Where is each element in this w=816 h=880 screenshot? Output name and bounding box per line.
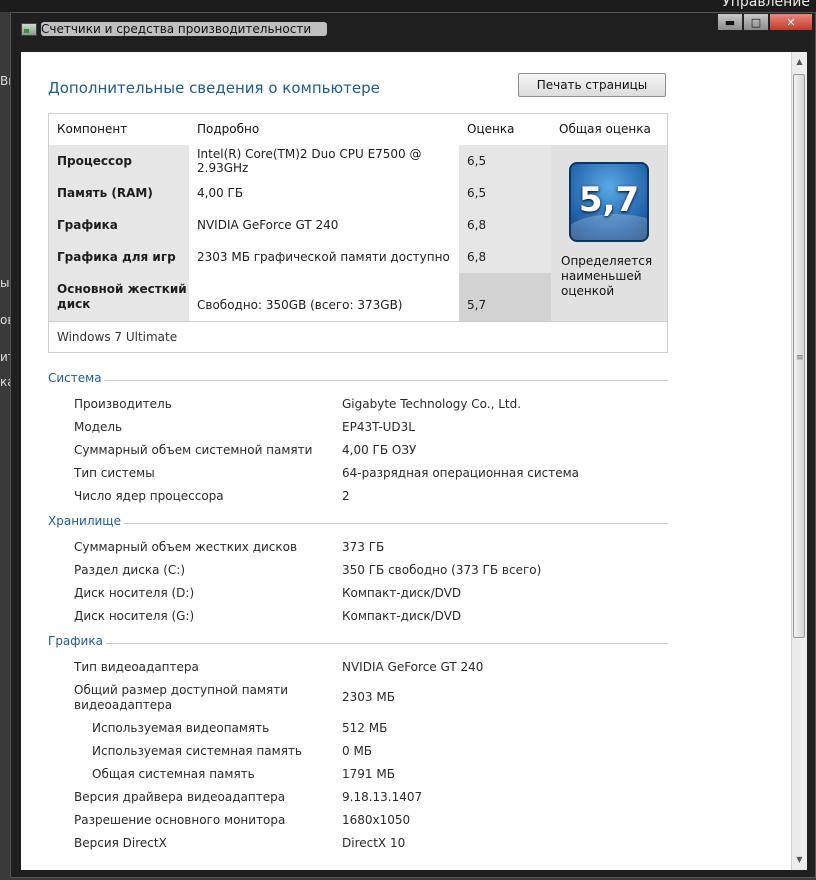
property-name: Суммарный объем жестких дисков — [74, 540, 298, 554]
property-name: Тип системы — [74, 466, 155, 480]
component-details: Intel(R) Core(TM)2 Duo CPU E7500 @ 2.93G… — [189, 145, 459, 177]
property-name: Суммарный объем системной памяти — [74, 443, 313, 457]
component-score: 6,5 — [459, 177, 551, 209]
property-name: Разрешение основного монитора — [74, 813, 286, 827]
component-score: 6,8 — [459, 209, 551, 241]
rating-row: Графика NVIDIA GeForce GT 240 6,8 — [49, 209, 551, 241]
overall-score: 5,7 — [578, 180, 640, 220]
grip-icon: ≡ — [796, 353, 804, 363]
property-value: 4,00 ГБ ОЗУ — [342, 443, 417, 457]
title-bar[interactable]: Счетчики и средства производительности ▬… — [11, 13, 815, 43]
window-title: Счетчики и средства производительности — [41, 22, 328, 36]
column-header-score: Оценка — [467, 122, 515, 136]
overall-score-note: Определяется наименьшей оценкой — [561, 254, 653, 298]
property-name: Общая системная память — [92, 767, 255, 781]
close-button[interactable]: ✕ — [769, 13, 813, 31]
rating-row: Процессор Intel(R) Core(TM)2 Duo CPU E75… — [49, 145, 551, 177]
component-details: NVIDIA GeForce GT 240 — [189, 209, 459, 241]
component-name: Основной жесткий диск — [49, 273, 189, 321]
section-title-storage: Хранилище — [48, 514, 121, 528]
column-header-component: Компонент — [57, 122, 128, 136]
scroll-up-arrow-icon[interactable]: ▲ — [792, 54, 807, 70]
background-window-title: Управление — [722, 0, 810, 10]
component-score: 6,8 — [459, 241, 551, 273]
content-panel: Дополнительные сведения о компьютере Печ… — [21, 52, 791, 870]
property-value: DirectX 10 — [342, 836, 406, 850]
rating-row: Основной жесткий диск Свободно: 350GB (в… — [49, 273, 551, 321]
performance-window: Счетчики и средства производительности ▬… — [10, 12, 816, 878]
column-header-overall: Общая оценка — [559, 122, 651, 136]
property-value: 1791 МБ — [342, 767, 395, 781]
rating-table: Компонент Подробно Оценка Общая оценка П… — [48, 113, 668, 353]
os-edition: Windows 7 Ultimate — [49, 321, 667, 352]
property-name: Используемая системная память — [92, 744, 302, 758]
property-name: Общий размер доступной памяти видеоадапт… — [74, 683, 289, 712]
property-value: 1680x1050 — [342, 813, 411, 827]
property-value: 64-разрядная операционная система — [342, 466, 580, 480]
property-name: Тип видеоадаптера — [74, 660, 199, 674]
performance-app-icon — [21, 23, 37, 36]
wei-score-badge[interactable]: 5,7 — [569, 162, 649, 242]
property-name: Диск носителя (D:) — [74, 586, 195, 600]
component-details: 4,00 ГБ — [189, 177, 459, 209]
property-value: NVIDIA GeForce GT 240 — [342, 660, 484, 674]
property-name: Раздел диска (C:) — [74, 563, 186, 577]
maximize-button[interactable]: □ — [743, 13, 769, 31]
property-value: 9.18.13.1407 — [342, 790, 423, 804]
rating-row: Память (RAM) 4,00 ГБ 6,5 — [49, 177, 551, 209]
page-title: Дополнительные сведения о компьютере — [48, 79, 380, 97]
rating-row: Графика для игр 2303 МБ графической памя… — [49, 241, 551, 273]
property-value: 2 — [342, 489, 350, 503]
property-name: Версия драйвера видеоадаптера — [74, 790, 286, 804]
component-name: Процессор — [49, 145, 189, 177]
component-details: Свободно: 350GB (всего: 373GB) — [189, 273, 459, 321]
section-title-graphics: Графика — [48, 634, 103, 648]
section-divider — [104, 380, 668, 381]
component-name: Память (RAM) — [49, 177, 189, 209]
overall-score-panel: 5,7 Определяется наименьшей оценкой — [551, 145, 667, 321]
property-name: Используемая видеопамять — [92, 721, 270, 735]
property-value: 0 МБ — [342, 744, 373, 758]
vertical-scrollbar[interactable]: ▲ ≡ ▼ — [791, 52, 807, 870]
property-value: 2303 МБ — [342, 690, 395, 704]
property-value: Gigabyte Technology Co., Ltd. — [342, 397, 522, 411]
component-details: 2303 МБ графической памяти доступно — [189, 241, 459, 273]
section-divider — [106, 643, 668, 644]
property-name: Диск носителя (G:) — [74, 609, 195, 623]
component-name: Графика для игр — [49, 241, 189, 273]
minimize-button[interactable]: ▬ — [717, 13, 743, 31]
scroll-down-arrow-icon[interactable]: ▼ — [792, 852, 807, 868]
property-name: Модель — [74, 420, 123, 434]
print-page-button[interactable]: Печать страницы — [518, 73, 666, 97]
property-value: 512 МБ — [342, 721, 388, 735]
scroll-thumb[interactable]: ≡ — [793, 74, 805, 638]
property-name: Версия DirectX — [74, 836, 167, 850]
property-value: EP43T-UD3L — [342, 420, 415, 434]
section-title-system: Система — [48, 371, 102, 385]
section-divider — [124, 523, 668, 524]
property-name: Число ядер процессора — [74, 489, 224, 503]
property-value: 350 ГБ свободно (373 ГБ всего) — [342, 563, 542, 577]
property-value: Компакт-диск/DVD — [342, 609, 462, 623]
background-strip — [0, 0, 816, 12]
component-score: 6,5 — [459, 145, 551, 177]
component-name: Графика — [49, 209, 189, 241]
caption-buttons: ▬ □ ✕ — [717, 13, 813, 31]
component-score: 5,7 — [459, 273, 551, 321]
property-name: Производитель — [74, 397, 172, 411]
property-value: 373 ГБ — [342, 540, 385, 554]
property-value: Компакт-диск/DVD — [342, 586, 462, 600]
column-header-details: Подробно — [197, 122, 260, 136]
